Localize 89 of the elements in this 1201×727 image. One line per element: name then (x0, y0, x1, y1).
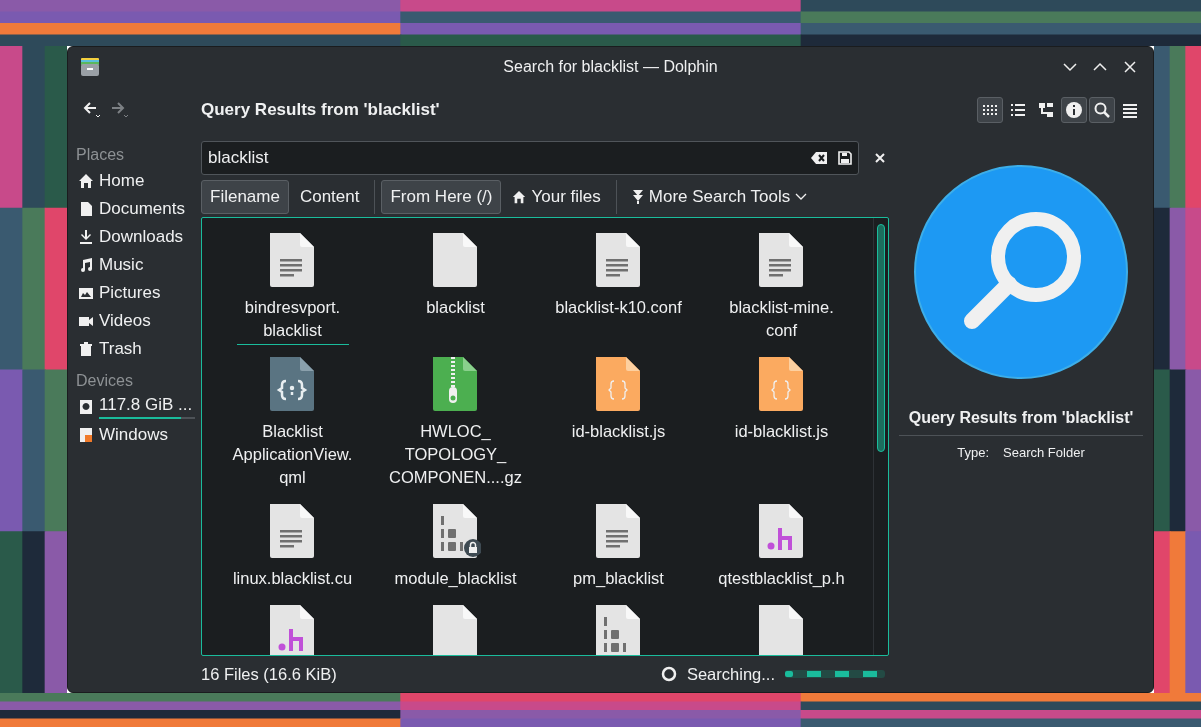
file-item[interactable]: linux.blacklist.cu (211, 502, 374, 593)
place-item[interactable]: Home (76, 167, 201, 195)
busy-icon (660, 666, 677, 682)
list-icon (1009, 101, 1027, 119)
file-item[interactable]: pm_blacklist (537, 502, 700, 593)
file-item[interactable]: id-blacklist.js (537, 355, 700, 492)
picture-icon (78, 285, 94, 301)
file-item[interactable]: blacklist-mine. conf (700, 231, 863, 345)
file-name: module_blacklist (394, 568, 517, 589)
filter-tab[interactable]: Your files (503, 180, 610, 214)
place-label: Home (99, 171, 145, 191)
place-label: Windows (99, 425, 168, 445)
search-field[interactable]: blacklist (201, 141, 859, 175)
home-icon (78, 173, 94, 189)
file-cabinet-icon (80, 57, 100, 77)
place-item[interactable]: Music (76, 251, 201, 279)
filter-tab[interactable]: Content (290, 180, 369, 214)
file-item[interactable]: id-blacklist.js (700, 355, 863, 492)
file-item[interactable]: Blacklist ApplicationView. qml (211, 355, 374, 492)
caret-icon (795, 193, 808, 201)
file-name: bindresvport. blacklist (244, 297, 341, 341)
clear-icon[interactable] (810, 151, 828, 165)
place-label: 117.8 GiB ... (99, 395, 194, 415)
file-name: linux.blacklist.cu (232, 568, 353, 589)
chevron-down-icon (1063, 60, 1077, 74)
place-label: Downloads (99, 227, 184, 247)
close-icon (875, 153, 885, 163)
file-name: HWLOC_ TOPOLOGY_ COMPONEN....gz (389, 421, 522, 488)
download-icon (78, 229, 94, 245)
place-item[interactable]: Trash (76, 335, 201, 363)
filter-tab[interactable]: From Here (/) (381, 180, 502, 214)
file-name: Blacklist ApplicationView. qml (232, 421, 353, 488)
section-header: Devices (76, 371, 134, 391)
place-item[interactable]: Documents (76, 195, 201, 223)
file-item[interactable]: blacklist-k10.conf (537, 231, 700, 345)
file-name: blacklist (426, 297, 485, 318)
place-label: Pictures (99, 283, 161, 303)
windows-icon (78, 427, 94, 443)
trash-icon (78, 341, 94, 357)
place-item[interactable]: Windows (76, 421, 201, 449)
document-icon (78, 201, 94, 217)
search-view-button[interactable] (1089, 97, 1115, 123)
more-search-tools-button[interactable]: More Search Tools (622, 180, 817, 214)
place-item[interactable]: 117.8 GiB ... (76, 393, 201, 421)
close-icon (1123, 60, 1137, 74)
close-search-button[interactable] (873, 151, 887, 165)
icons-view-button[interactable] (977, 97, 1003, 123)
info-title: Query Results from 'blacklist' (908, 409, 1134, 427)
search-text: blacklist (208, 148, 270, 168)
save-icon[interactable] (838, 151, 852, 165)
property-value: Search Folder (1003, 445, 1085, 460)
place-label: Videos (99, 311, 151, 331)
place-label: Documents (99, 199, 185, 219)
place-label: Music (99, 255, 144, 275)
file-name: id-blacklist.js (571, 421, 666, 442)
filter-tab[interactable]: Filename (201, 180, 289, 214)
file-item[interactable]: qtestblacklist_p.h (700, 502, 863, 593)
file-item[interactable]: HWLOC_ TOPOLOGY_ COMPONEN....gz (374, 355, 537, 492)
file-name: id-blacklist.js (734, 421, 829, 442)
place-item[interactable]: Videos (76, 307, 201, 335)
file-name: blacklist-k10.conf (555, 297, 682, 318)
place-item[interactable]: Pictures (76, 279, 201, 307)
place-label: Trash (99, 339, 142, 359)
menu-icon (1121, 101, 1139, 119)
status-summary: 16 Files (16.6 KiB) (201, 664, 337, 684)
scrollbar[interactable] (873, 218, 888, 655)
location-title: Query Results from 'blacklist' (201, 100, 440, 120)
section-header: Places (76, 145, 126, 165)
music-icon (78, 257, 94, 273)
info-view-button[interactable] (1061, 97, 1087, 123)
info-icon (1065, 101, 1083, 119)
window-title: Search for blacklist — Dolphin (503, 58, 718, 76)
file-item[interactable]: bindresvport. blacklist (211, 231, 374, 345)
file-name: pm_blacklist (573, 568, 664, 589)
search-icon (914, 165, 1128, 379)
file-item[interactable]: blacklist (374, 231, 537, 345)
forward-arrow-icon (110, 101, 130, 119)
file-item[interactable]: module_blacklist (374, 502, 537, 593)
home-icon (512, 190, 527, 204)
file-name: blacklist-mine. conf (729, 297, 834, 341)
search-icon (1093, 101, 1111, 119)
binary-file-icon (430, 502, 481, 560)
back-arrow-icon (82, 101, 102, 119)
file-name: qtestblacklist_p.h (718, 568, 845, 589)
place-item[interactable]: Downloads (76, 223, 201, 251)
status-activity: Searching... (686, 664, 775, 684)
property-label: Type: (957, 445, 990, 460)
tree-icon (1037, 101, 1055, 119)
filter-icon (631, 189, 644, 205)
